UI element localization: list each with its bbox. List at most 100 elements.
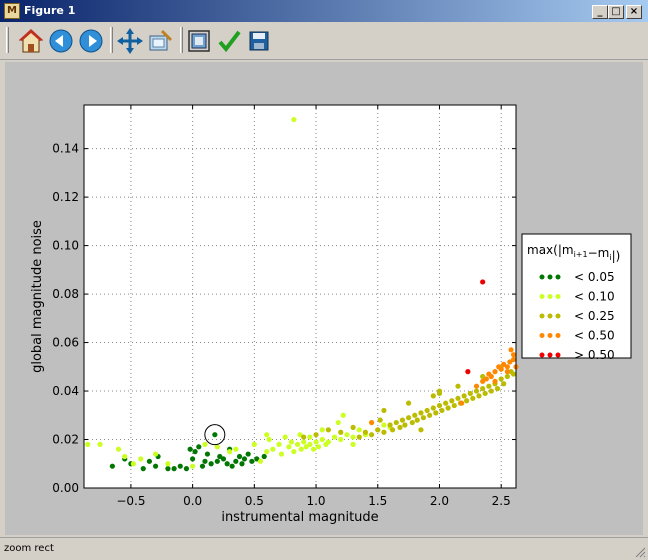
data-point — [455, 395, 461, 401]
data-point — [224, 461, 230, 467]
data-point — [307, 434, 313, 440]
data-point — [464, 398, 470, 404]
data-point — [436, 390, 443, 397]
data-point — [214, 458, 220, 464]
resize-grip-icon[interactable] — [634, 546, 646, 558]
data-point — [294, 441, 301, 447]
data-point — [488, 388, 494, 394]
data-point — [165, 461, 171, 467]
data-point — [325, 439, 331, 445]
data-point — [241, 456, 248, 462]
legend-marker — [539, 274, 545, 280]
data-point — [264, 449, 270, 455]
data-point — [418, 410, 424, 416]
data-point — [406, 400, 412, 406]
forward-button[interactable] — [77, 27, 105, 55]
data-point — [504, 364, 510, 370]
legend-label: < 0.50 — [574, 329, 615, 343]
data-point — [266, 436, 272, 443]
data-point — [236, 453, 243, 460]
y-tick-label: 0.08 — [52, 287, 79, 301]
pan-button[interactable] — [116, 27, 144, 55]
data-point — [459, 400, 465, 406]
data-point — [239, 461, 245, 467]
data-point — [85, 441, 91, 447]
data-point — [483, 376, 489, 382]
legend-label: < 0.05 — [574, 270, 615, 284]
maximize-button[interactable]: □ — [608, 5, 624, 19]
data-point — [414, 417, 420, 423]
x-axis-label: instrumental magnitude — [221, 510, 378, 525]
data-point — [368, 432, 375, 438]
data-point — [177, 463, 183, 469]
title-bar[interactable]: M Figure 1 _ □ × — [0, 0, 648, 22]
data-point — [291, 449, 297, 455]
legend-marker — [547, 294, 553, 299]
subplots-button[interactable] — [185, 27, 213, 55]
data-point — [301, 439, 307, 445]
figure-canvas[interactable]: −0.5 0.0 0.5 1.0 1.5 2.0 2.5 0.00 0.02 0.04 0.06 0.… — [5, 62, 643, 535]
data-point — [261, 453, 267, 460]
data-point — [109, 463, 115, 469]
data-point — [183, 466, 190, 472]
data-point — [291, 116, 297, 123]
y-tick-label: 0.10 — [52, 239, 79, 253]
data-point — [406, 415, 412, 421]
data-point — [356, 427, 362, 433]
window-title: Figure 1 — [24, 4, 76, 17]
close-button[interactable]: × — [626, 5, 642, 19]
data-point — [510, 371, 517, 377]
data-point — [282, 434, 288, 440]
data-point — [350, 424, 356, 430]
legend-title-part: |) — [612, 249, 621, 263]
data-point — [381, 407, 387, 414]
data-point — [480, 386, 486, 392]
data-point — [233, 458, 239, 464]
data-point — [278, 451, 285, 457]
data-point — [310, 446, 317, 452]
data-point — [449, 398, 455, 404]
data-point — [340, 412, 346, 418]
legend-marker — [555, 352, 561, 358]
toolbar-grip[interactable] — [6, 27, 9, 53]
data-point — [476, 393, 482, 399]
data-point — [288, 439, 294, 445]
y-tick-label: 0.04 — [52, 384, 79, 398]
home-button[interactable] — [17, 27, 45, 55]
data-point — [387, 422, 393, 428]
save-button[interactable] — [245, 27, 273, 55]
y-tick-label: 0.02 — [52, 433, 79, 447]
data-point — [443, 400, 449, 406]
data-point — [270, 446, 276, 452]
data-point — [397, 424, 403, 430]
data-point — [165, 466, 171, 472]
data-point — [470, 395, 476, 401]
minimize-button[interactable]: _ — [592, 5, 608, 19]
data-point — [418, 427, 424, 433]
home-icon — [18, 29, 44, 53]
data-point — [350, 441, 356, 447]
data-point — [217, 453, 223, 460]
data-point — [344, 432, 350, 438]
scatter-chart[interactable]: −0.5 0.0 0.5 1.0 1.5 2.0 2.5 0.00 0.02 0.04 0.06 0.… — [5, 62, 643, 535]
legend-marker — [539, 294, 545, 299]
configure-button[interactable] — [215, 27, 243, 55]
legend-title-part: i+1 — [574, 250, 588, 259]
data-point — [313, 432, 319, 438]
data-point — [492, 378, 498, 384]
data-point — [307, 441, 313, 447]
data-point — [356, 434, 362, 440]
legend-title-part: |m — [558, 243, 574, 257]
legend-marker — [547, 274, 553, 280]
data-point — [433, 410, 439, 416]
zoom-rect-button[interactable] — [146, 27, 174, 55]
checkmark-icon — [218, 30, 241, 53]
data-point — [508, 347, 514, 353]
back-button[interactable] — [47, 27, 75, 55]
data-point — [115, 446, 122, 452]
data-point — [482, 390, 488, 397]
data-point — [319, 436, 325, 443]
data-point — [467, 390, 473, 397]
legend-marker — [547, 313, 553, 319]
x-tick-label: 0.0 — [183, 494, 202, 508]
